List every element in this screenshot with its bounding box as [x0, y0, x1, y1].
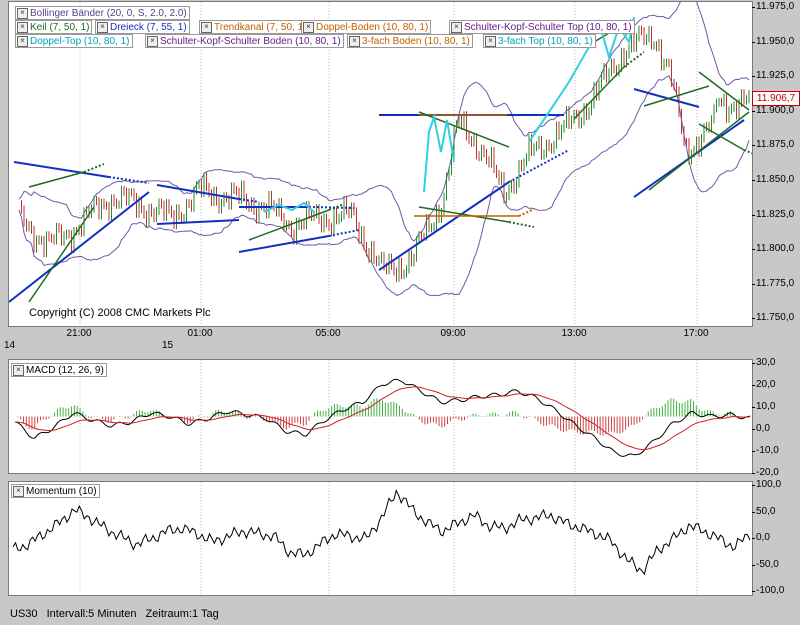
legend-item[interactable]: × Doppel-Boden (10, 80, 1): [301, 20, 432, 34]
price-y-axis: 11.975,0 11.950,0 11.925,0 11.900,0 11.875,0…: [751, 1, 800, 325]
price-chart-panel[interactable]: × Bollinger Bänder (20, 0, S, 2.0, 2.0) × K…: [8, 1, 753, 327]
status-footer: US30 Intervall:5 Minuten Zeitraum:1 Tag: [10, 608, 225, 620]
close-icon[interactable]: ×: [147, 35, 158, 47]
y-tick-label: 30,0: [751, 357, 776, 368]
x-tick-label: 17:00: [683, 328, 709, 339]
interval-label: Intervall:5 Minuten: [46, 608, 137, 620]
pattern-extension-line: [743, 149, 752, 155]
y-tick-label: 11.800,0: [751, 243, 795, 255]
momentum-line: [12, 489, 751, 576]
legend-label: Trendkanal (7, 50, 1): [214, 21, 307, 33]
triangle-line: [156, 219, 240, 225]
triangle-line: [13, 161, 110, 178]
close-icon[interactable]: ×: [13, 485, 24, 497]
y-tick-label: -20,0: [752, 467, 779, 478]
x-tick-label: 09:00: [440, 328, 466, 339]
wedge-line: [418, 206, 510, 223]
x-tick-label: 01:00: [187, 328, 213, 339]
close-icon[interactable]: ×: [13, 364, 24, 376]
momentum-legend-label: Momentum (10): [26, 485, 97, 497]
macd-legend[interactable]: × MACD (12, 26, 9): [11, 363, 107, 377]
double-top-line: [423, 113, 455, 193]
y-tick-label: 50,0: [751, 505, 776, 517]
pattern-extension-line: [508, 149, 570, 183]
legend-item[interactable]: × Dreieck (7, 55, 1): [95, 20, 190, 34]
close-icon[interactable]: ×: [17, 7, 28, 19]
wedge-line: [28, 206, 95, 303]
legend-label: Schulter-Kopf-Schulter Boden (10, 80, 1): [160, 35, 341, 47]
macd-y-axis: 30,0 20,0 10,0 0,0 -10,0 -20,0: [751, 357, 800, 478]
y-tick-label: 11.775,0: [751, 277, 795, 289]
price-chart: [9, 2, 752, 326]
range-label: Zeitraum:1 Tag: [145, 608, 219, 620]
current-price-badge: 11.906,7: [752, 91, 800, 106]
triangle-line: [156, 184, 240, 200]
macd-chart: [14, 360, 751, 473]
close-icon[interactable]: ×: [451, 21, 462, 33]
momentum-y-axis: 100,0 50,0 0,0 -50,0 -100,0: [751, 479, 800, 596]
close-icon[interactable]: ×: [97, 21, 108, 33]
y-tick-label: 0,0: [752, 423, 770, 434]
y-tick-label: 0,0: [752, 532, 770, 543]
legend-label: Doppel-Boden (10, 80, 1): [316, 21, 429, 33]
triangle-line: [9, 191, 150, 303]
legend-item[interactable]: × Bollinger Bänder (20, 0, S, 2.0, 2.0): [15, 6, 190, 20]
legend-item[interactable]: × Trendkanal (7, 50, 1): [199, 20, 310, 34]
legend-label: Doppel-Top (10, 80, 1): [30, 35, 130, 47]
close-icon[interactable]: ×: [17, 21, 28, 33]
legend-item[interactable]: × Keil (7, 50, 1): [15, 20, 93, 34]
y-tick-label: 11.875,0: [751, 139, 795, 151]
x-tick-label: 13:00: [561, 328, 587, 339]
y-tick-label: -50,0: [752, 558, 779, 570]
wedge-line: [28, 171, 85, 188]
y-tick-label: 11.850,0: [751, 174, 795, 185]
copyright-text: Copyright (C) 2008 CMC Markets Plc: [29, 307, 211, 319]
y-tick-label: 20,0: [751, 379, 776, 390]
wedge-line: [573, 66, 625, 120]
legend-item[interactable]: × 3-fach Boden (10, 80, 1): [347, 34, 473, 48]
y-tick-label: -10,0: [752, 445, 779, 456]
legend-item[interactable]: × Doppel-Top (10, 80, 1): [15, 34, 133, 48]
y-tick-label: 11.950,0: [751, 35, 795, 47]
momentum-legend[interactable]: × Momentum (10): [11, 484, 100, 498]
symbol-label: US30: [10, 608, 38, 620]
legend-label: 3-fach Top (10, 80, 1): [498, 35, 593, 47]
y-tick-label: 11.975,0: [751, 1, 795, 12]
x-tick-label: 21:00: [66, 328, 92, 339]
close-icon[interactable]: ×: [17, 35, 28, 47]
pattern-extension-line: [508, 221, 535, 228]
y-tick-label: 10,0: [751, 401, 776, 412]
y-tick-label: 100,0: [751, 479, 782, 490]
legend-label: Schulter-Kopf-Schulter Top (10, 80, 1): [464, 21, 632, 33]
wedge-line: [648, 111, 750, 191]
day-label-14: 14: [4, 340, 16, 351]
close-icon[interactable]: ×: [201, 21, 212, 33]
macd-panel[interactable]: × MACD (12, 26, 9): [8, 359, 753, 474]
legend-item[interactable]: × Schulter-Kopf-Schulter Boden (10, 80, 1…: [145, 34, 344, 48]
x-tick-label: 05:00: [315, 328, 341, 339]
y-tick-label: 11.825,0: [751, 208, 795, 220]
macd-legend-label: MACD (12, 26, 9): [26, 364, 104, 376]
momentum-panel[interactable]: × Momentum (10): [8, 481, 753, 596]
momentum-chart: [12, 482, 751, 595]
pattern-extension-line: [308, 206, 355, 209]
close-icon[interactable]: ×: [349, 35, 360, 47]
legend-item[interactable]: × 3-fach Top (10, 80, 1): [483, 34, 596, 48]
y-tick-label: 11.925,0: [751, 70, 795, 82]
pattern-extension-line: [518, 208, 535, 217]
y-tick-label: 11.750,0: [751, 312, 795, 324]
legend-label: Dreieck (7, 55, 1): [110, 21, 187, 33]
pattern-extension-line: [83, 163, 105, 173]
day-label-15: 15: [162, 340, 174, 351]
y-tick-label: 11.900,0: [751, 104, 795, 116]
y-tick-label: -100,0: [751, 585, 785, 596]
legend-label: Keil (7, 50, 1): [30, 21, 90, 33]
close-icon[interactable]: ×: [303, 21, 314, 33]
legend-label: 3-fach Boden (10, 80, 1): [362, 35, 470, 47]
legend-label: Bollinger Bänder (20, 0, S, 2.0, 2.0): [30, 7, 187, 19]
close-icon[interactable]: ×: [485, 35, 496, 47]
legend-item[interactable]: × Schulter-Kopf-Schulter Top (10, 80, 1): [449, 20, 635, 34]
